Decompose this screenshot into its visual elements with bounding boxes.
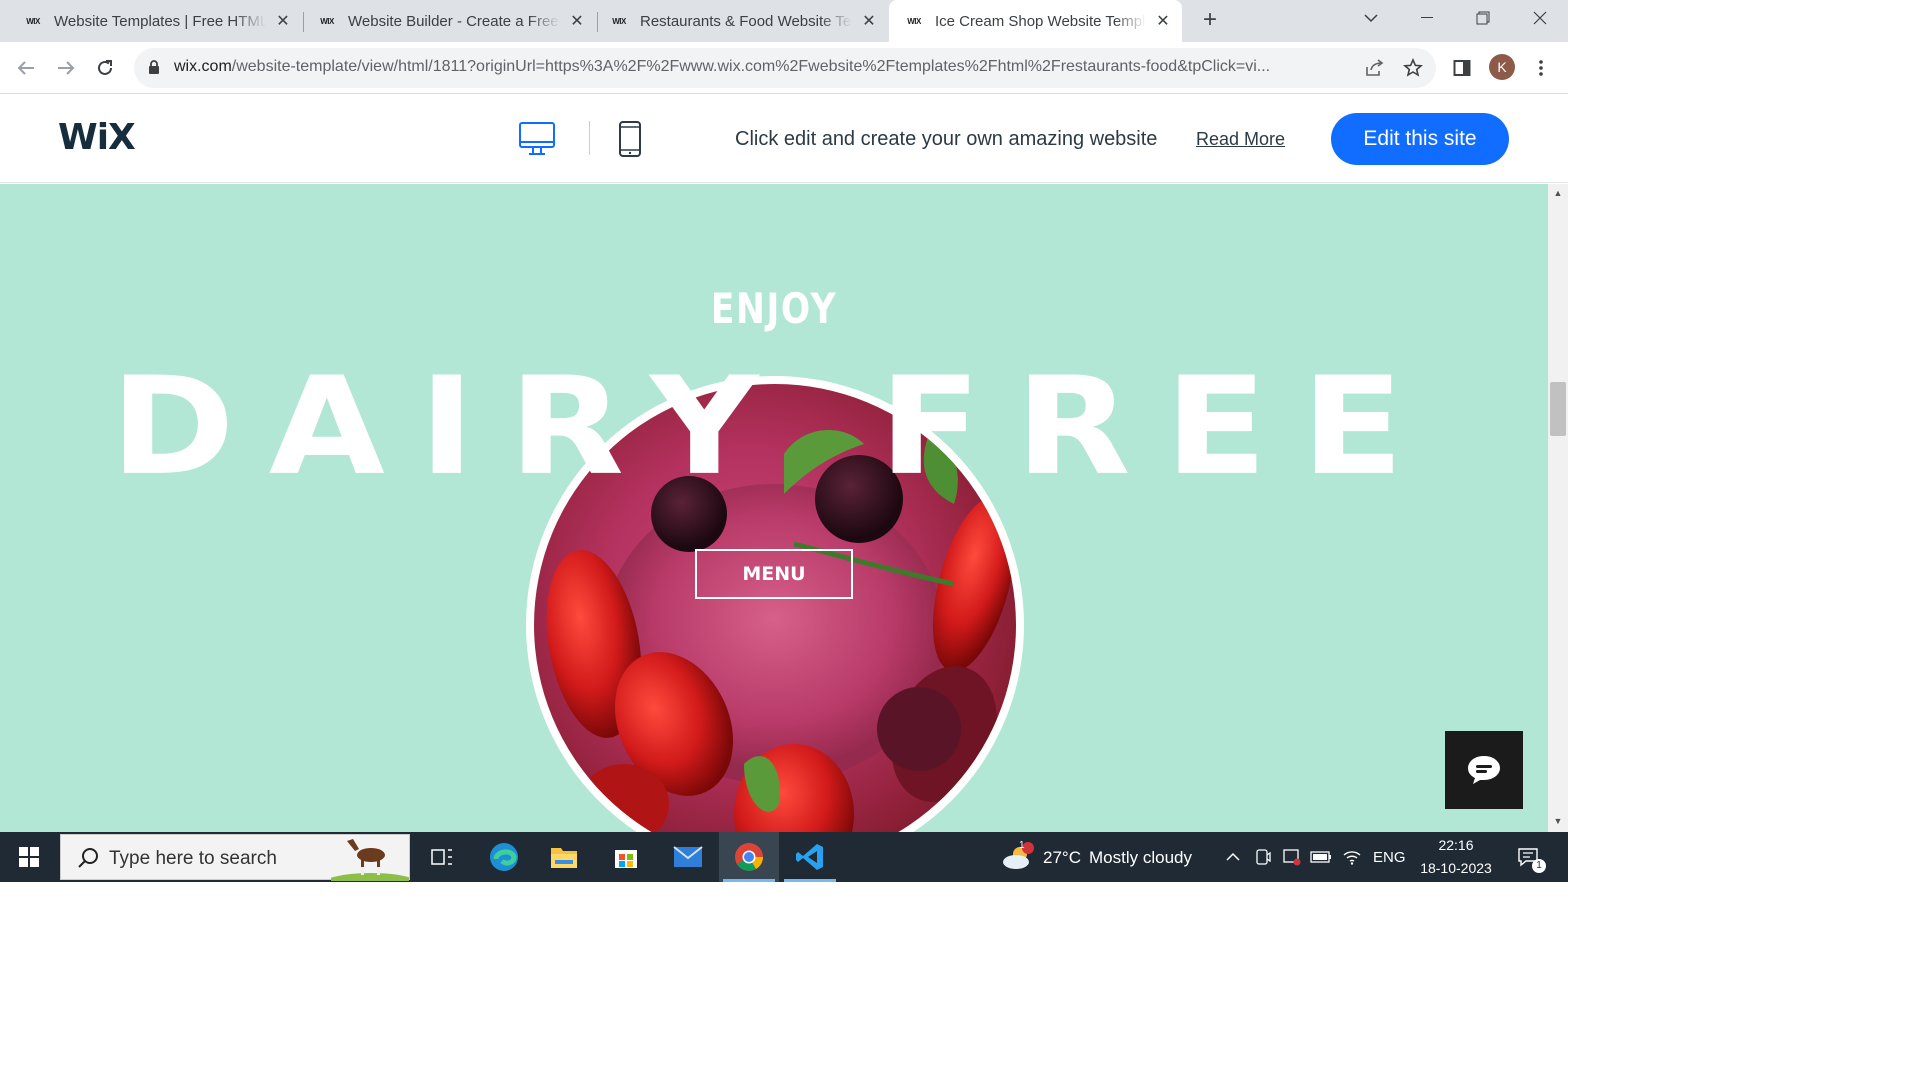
browser-tab-strip: WIX Website Templates | Free HTML5 ✕ WIX… bbox=[0, 0, 1568, 42]
view-divider bbox=[589, 121, 590, 155]
hero-kicker: ENJOY bbox=[710, 284, 838, 333]
windows-taskbar: Type here to search 1 27°C Mostly cloudy bbox=[0, 832, 1568, 882]
weather-cloud-icon[interactable]: 1 bbox=[996, 832, 1040, 882]
mobile-view-icon[interactable] bbox=[618, 121, 658, 157]
minimize-button[interactable] bbox=[1399, 0, 1455, 36]
new-tab-button[interactable]: + bbox=[1196, 6, 1224, 34]
wix-logo[interactable]: WiX bbox=[58, 117, 136, 158]
forward-arrow-icon[interactable] bbox=[50, 52, 82, 84]
address-bar[interactable]: wix.com/website-template/view/html/1811?… bbox=[134, 48, 1436, 88]
url-path: /website-template/view/html/1811?originU… bbox=[231, 58, 1271, 75]
app-alert-icon[interactable] bbox=[1279, 832, 1305, 882]
task-view-icon[interactable] bbox=[412, 832, 472, 882]
wifi-icon[interactable] bbox=[1338, 832, 1366, 882]
close-tab-icon[interactable]: ✕ bbox=[860, 11, 878, 31]
chat-button[interactable] bbox=[1445, 731, 1523, 809]
bookmark-star-icon[interactable] bbox=[1401, 56, 1425, 80]
mail-icon[interactable] bbox=[658, 832, 718, 882]
scroll-down-arrow-icon[interactable]: ▼ bbox=[1552, 816, 1564, 828]
back-arrow-icon[interactable] bbox=[10, 52, 42, 84]
clock-date[interactable]: 18-10-2023 bbox=[1414, 860, 1498, 876]
edge-browser-icon[interactable] bbox=[474, 832, 534, 882]
page-scrollbar[interactable]: ▲ ▼ bbox=[1548, 184, 1568, 832]
battery-icon[interactable] bbox=[1308, 832, 1334, 882]
vscode-icon[interactable] bbox=[780, 832, 840, 882]
weather-badge: 1 bbox=[1019, 840, 1025, 851]
wix-favicon-icon: WIX bbox=[907, 16, 921, 26]
side-panel-icon[interactable] bbox=[1446, 52, 1478, 84]
close-tab-icon[interactable]: ✕ bbox=[1154, 11, 1172, 31]
show-hidden-icons-chevron-icon[interactable] bbox=[1220, 832, 1246, 882]
url-text[interactable]: wix.com/website-template/view/html/1811?… bbox=[174, 58, 1346, 76]
close-window-button[interactable] bbox=[1512, 0, 1568, 36]
microsoft-store-icon[interactable] bbox=[596, 832, 656, 882]
browser-toolbar: wix.com/website-template/view/html/1811?… bbox=[0, 42, 1568, 94]
desktop-view-icon[interactable] bbox=[518, 121, 558, 157]
tab-website-builder[interactable]: WIX Website Builder - Create a Free W ✕ bbox=[304, 0, 596, 42]
meet-now-icon[interactable] bbox=[1250, 832, 1276, 882]
close-tab-icon[interactable]: ✕ bbox=[568, 11, 586, 31]
hero-headline: DAIRY FREE bbox=[110, 348, 1438, 506]
okapi-search-highlight-icon bbox=[331, 839, 409, 881]
wix-favicon-icon: WIX bbox=[612, 16, 626, 26]
chrome-icon[interactable] bbox=[719, 832, 779, 882]
weather-description[interactable]: Mostly cloudy bbox=[1089, 848, 1192, 868]
tab-title: Restaurants & Food Website Tem bbox=[640, 12, 852, 30]
weather-temp[interactable]: 27°C bbox=[1043, 848, 1081, 868]
search-icon bbox=[78, 848, 98, 868]
taskbar-search-input[interactable]: Type here to search bbox=[60, 834, 410, 881]
notification-count-badge: 1 bbox=[1532, 859, 1546, 873]
close-tab-icon[interactable]: ✕ bbox=[274, 11, 292, 31]
wix-favicon-icon: WIX bbox=[320, 16, 334, 26]
scroll-up-arrow-icon[interactable]: ▲ bbox=[1552, 188, 1564, 200]
tab-website-templates[interactable]: WIX Website Templates | Free HTML5 ✕ bbox=[0, 0, 302, 42]
tab-title: Website Templates | Free HTML5 bbox=[54, 12, 266, 30]
language-indicator[interactable]: ENG bbox=[1373, 849, 1406, 866]
search-placeholder: Type here to search bbox=[109, 848, 277, 869]
share-icon[interactable] bbox=[1362, 56, 1386, 80]
menu-button[interactable]: MENU bbox=[695, 549, 853, 599]
wix-favicon-icon: WIX bbox=[26, 16, 40, 26]
hero-section: ENJOY DAIRY FREE MENU bbox=[0, 184, 1548, 832]
reload-icon[interactable] bbox=[89, 52, 121, 84]
tab-restaurants-food[interactable]: WIX Restaurants & Food Website Tem ✕ bbox=[598, 0, 888, 42]
tab-search-chevron-icon[interactable] bbox=[1343, 0, 1399, 36]
scrollbar-thumb[interactable] bbox=[1550, 382, 1566, 436]
chat-bubble-icon bbox=[1468, 756, 1500, 784]
read-more-link[interactable]: Read More bbox=[1196, 129, 1285, 150]
edit-this-site-button[interactable]: Edit this site bbox=[1331, 113, 1509, 165]
kebab-menu-icon[interactable] bbox=[1525, 52, 1557, 84]
notifications-icon[interactable]: 1 bbox=[1510, 832, 1546, 882]
restore-button[interactable] bbox=[1455, 0, 1511, 36]
url-host: wix.com bbox=[174, 58, 232, 75]
tab-ice-cream-shop[interactable]: WIX Ice Cream Shop Website Templa ✕ bbox=[889, 0, 1182, 42]
clock-time[interactable]: 22:16 bbox=[1420, 837, 1492, 853]
tab-title: Ice Cream Shop Website Templa bbox=[935, 12, 1146, 30]
windows-start-icon[interactable] bbox=[0, 832, 58, 882]
profile-avatar[interactable]: K bbox=[1489, 54, 1515, 80]
tab-title: Website Builder - Create a Free W bbox=[348, 12, 560, 30]
lock-icon[interactable] bbox=[148, 59, 160, 75]
file-explorer-icon[interactable] bbox=[534, 832, 594, 882]
wix-preview-header: WiX Click edit and create your own amazi… bbox=[0, 95, 1568, 183]
wix-promo-message: Click edit and create your own amazing w… bbox=[735, 128, 1158, 150]
